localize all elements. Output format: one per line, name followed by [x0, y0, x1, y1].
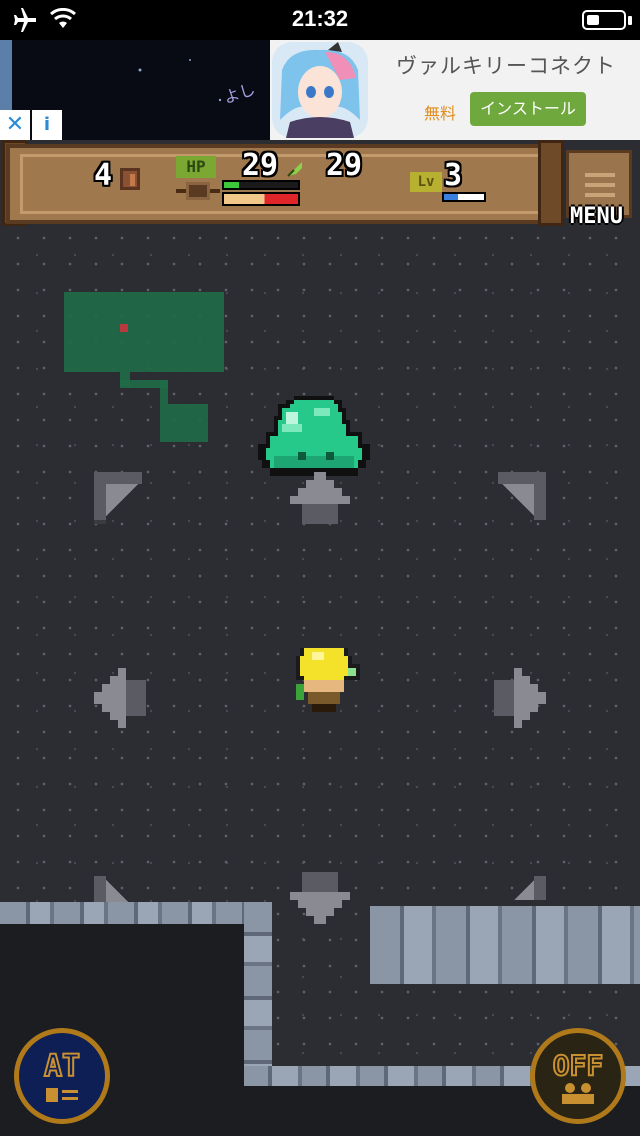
floor-number: 4	[94, 158, 113, 193]
arrow-up-icon[interactable]	[286, 472, 354, 524]
leaf-icon	[287, 162, 302, 177]
slime-enemy[interactable]	[258, 388, 378, 484]
minimap-player-marker	[120, 324, 128, 332]
level-label: Lv	[410, 172, 442, 192]
hp-current: 29	[242, 148, 279, 183]
arrow-down-icon[interactable]	[286, 872, 354, 924]
stamina-bar-fill	[224, 182, 239, 188]
hp-max: 29	[326, 148, 363, 183]
level-number: 3	[444, 158, 463, 193]
arrow-up-right-icon[interactable]	[490, 472, 546, 528]
menu-icon-line	[585, 173, 615, 177]
toggle-off-button[interactable]: OFF	[530, 1028, 626, 1124]
ad-install-button[interactable]: インストール	[470, 92, 586, 126]
ad-title: ヴァルキリーコネクト	[396, 54, 616, 78]
status-bar: 21:32	[0, 0, 640, 40]
arrow-left-icon[interactable]	[94, 664, 146, 732]
party-icon	[562, 1083, 594, 1104]
svg-text:よし: よし	[221, 79, 257, 107]
hud-panel: 4 HP 29 29 Lv 3 MENU	[0, 140, 640, 230]
ad-app-icon[interactable]	[270, 40, 370, 140]
minimap	[64, 292, 224, 442]
battery-tip	[628, 16, 632, 25]
wall-vertical-left	[244, 902, 272, 1082]
ad-close-icon[interactable]: ✕	[0, 110, 30, 140]
hp-bar	[222, 192, 300, 206]
hp-bar-fill	[224, 194, 298, 204]
menu-label[interactable]: MENU	[570, 204, 623, 229]
hp-label: HP	[176, 156, 216, 178]
battery-icon	[582, 10, 626, 30]
arrow-right-icon[interactable]	[494, 664, 546, 732]
wall-block-right	[370, 900, 640, 984]
stamina-bar	[222, 180, 300, 190]
menu-icon-line	[585, 183, 615, 187]
ad-details[interactable]: ヴァルキリーコネクト 無料 インストール	[370, 40, 640, 140]
auto-button-label: AT	[43, 1048, 81, 1085]
player-character	[296, 648, 360, 712]
heart-container-icon	[176, 182, 220, 200]
wall-top-left	[0, 902, 270, 924]
ad-info-icon[interactable]: i	[32, 110, 62, 140]
game-area[interactable]: 4 HP 29 29 Lv 3 MENU AT OFF	[0, 140, 640, 1136]
menu-icon-line	[585, 193, 615, 197]
item-list-icon	[46, 1088, 78, 1102]
ad-banner[interactable]: よし ヴァルキリーコネクト 無料 インストール ✕ i	[0, 40, 640, 140]
battery-level	[587, 15, 599, 25]
hud-post-right	[538, 140, 564, 226]
auto-button[interactable]: AT	[14, 1028, 110, 1124]
arrow-up-left-icon[interactable]	[94, 472, 150, 528]
exp-bar	[442, 192, 486, 202]
status-time: 21:32	[291, 6, 349, 31]
toggle-off-label: OFF	[552, 1048, 605, 1083]
exp-bar-fill	[444, 194, 458, 200]
stairs-icon	[120, 168, 140, 190]
ad-price: 無料	[424, 104, 457, 123]
